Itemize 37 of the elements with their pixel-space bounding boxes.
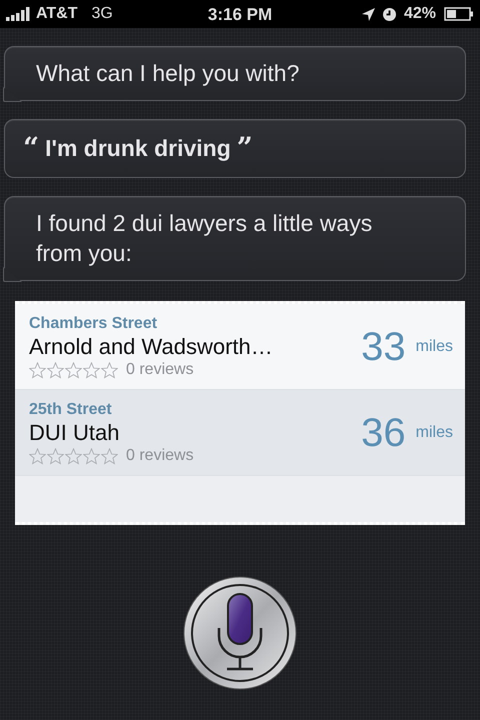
distance-value: 33 <box>361 324 406 370</box>
clock-time: 3:16 PM <box>208 5 272 24</box>
battery-icon <box>444 7 474 21</box>
star-icon <box>83 362 100 378</box>
star-icon <box>47 448 64 464</box>
battery-percent: 42% <box>404 5 436 23</box>
network-type: 3G <box>91 5 113 23</box>
star-icon <box>101 362 118 378</box>
user-query: I'm drunk driving <box>45 134 231 163</box>
business-name: Arnold and Wadsworth… <box>29 334 274 360</box>
assistant-reply: What can I help you with? <box>36 59 300 88</box>
star-icon <box>29 448 46 464</box>
star-icon <box>47 362 64 378</box>
star-icon <box>65 448 82 464</box>
result-row[interactable]: 25th Street DUI Utah 0 reviews 36 miles <box>15 390 465 476</box>
carrier-name: AT&T <box>36 5 78 23</box>
street-name: Chambers Street <box>29 315 158 333</box>
business-name: DUI Utah <box>29 420 120 446</box>
location-arrow-icon <box>362 8 375 20</box>
star-icon <box>101 448 118 464</box>
street-name: 25th Street <box>29 401 113 419</box>
review-count: 0 reviews <box>126 361 194 379</box>
assistant-reply: I found 2 dui lawyers a little ways from you: <box>36 209 374 268</box>
star-icon <box>83 448 100 464</box>
result-row[interactable]: Chambers Street Arnold and Wadsworth… 0 reviews 33 miles <box>15 304 465 390</box>
clock-icon <box>382 8 396 20</box>
distance-unit: miles <box>416 338 453 356</box>
microphone-button[interactable] <box>183 576 297 690</box>
open-quote-mark: “ <box>23 131 40 165</box>
distance-value: 36 <box>361 410 406 456</box>
review-count: 0 reviews <box>126 447 194 465</box>
close-quote-mark: ” <box>236 131 253 165</box>
signal-icon <box>6 7 30 21</box>
distance-unit: miles <box>416 424 453 442</box>
star-icon <box>65 362 82 378</box>
microphone-icon <box>183 576 297 690</box>
star-icon <box>29 362 46 378</box>
